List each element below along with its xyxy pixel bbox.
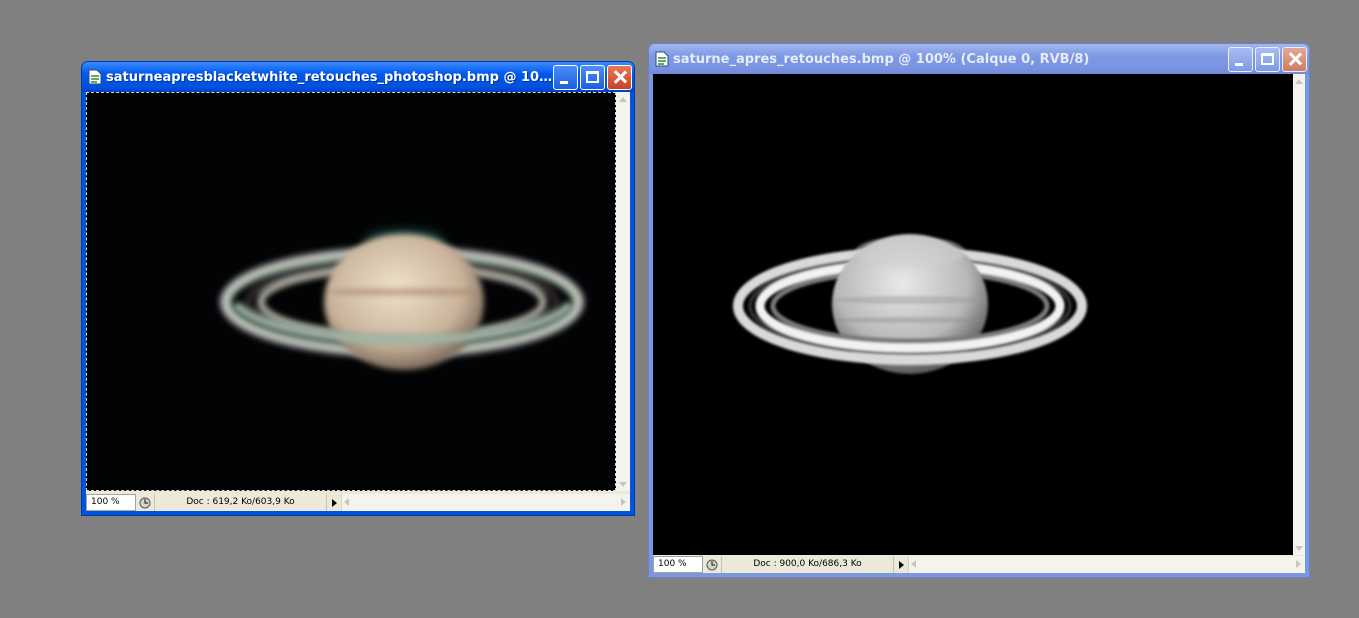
play-arrow-icon [898, 560, 904, 569]
maximize-button[interactable] [1255, 46, 1280, 72]
close-icon [613, 70, 627, 84]
down-arrow-icon [1295, 545, 1303, 551]
play-arrow-icon [331, 498, 337, 507]
title-bar[interactable]: saturneapresblacketwhite_retouches_photo… [82, 62, 634, 92]
doc-size-info: Doc : 619,2 Ko/603,9 Ko [154, 494, 326, 511]
saturn-color-image [86, 92, 616, 491]
up-arrow-icon [619, 96, 627, 102]
horizontal-scrollbar[interactable] [341, 494, 630, 511]
document-window-left[interactable]: saturneapresblacketwhite_retouches_photo… [81, 61, 635, 516]
minimize-icon [559, 80, 568, 84]
title-bar[interactable]: saturne_apres_retouches.bmp @ 100% (Calq… [649, 44, 1309, 74]
left-arrow-icon[interactable] [344, 498, 349, 506]
up-arrow-icon [1295, 78, 1303, 84]
close-button[interactable] [607, 64, 632, 90]
window-title: saturne_apres_retouches.bmp @ 100% (Calq… [673, 51, 1090, 67]
close-button[interactable] [1282, 46, 1307, 72]
close-icon [1288, 52, 1302, 66]
scroll-down-button[interactable] [616, 477, 630, 491]
zoom-field[interactable]: 100 % [86, 494, 136, 511]
minimize-button[interactable] [1228, 46, 1253, 72]
status-menu-icon[interactable] [703, 556, 721, 573]
status-bar: 100 % Doc : 900,0 Ko/686,3 Ko [653, 556, 1305, 573]
right-arrow-icon[interactable] [621, 498, 626, 506]
image-canvas[interactable] [653, 74, 1293, 555]
image-canvas[interactable] [86, 92, 616, 491]
zoom-field[interactable]: 100 % [653, 556, 703, 573]
status-bar: 100 % Doc : 619,2 Ko/603,9 Ko [86, 494, 630, 511]
scroll-down-button[interactable] [1293, 541, 1305, 555]
window-title: saturneapresblacketwhite_retouches_photo… [106, 69, 553, 85]
vertical-scrollbar[interactable] [1293, 74, 1305, 555]
maximize-icon [1261, 53, 1274, 65]
scroll-up-button[interactable] [1293, 74, 1305, 88]
maximize-icon [586, 71, 599, 83]
status-menu-icon[interactable] [136, 494, 154, 511]
minimize-icon [1234, 62, 1243, 66]
document-icon [655, 51, 669, 67]
right-arrow-icon[interactable] [1296, 560, 1301, 568]
doc-size-info: Doc : 900,0 Ko/686,3 Ko [721, 556, 893, 573]
document-client: 100 % Doc : 900,0 Ko/686,3 Ko [653, 74, 1305, 573]
status-menu-arrow-button[interactable] [326, 494, 341, 511]
scroll-up-button[interactable] [616, 92, 630, 106]
minimize-button[interactable] [553, 64, 578, 90]
vertical-scrollbar[interactable] [616, 92, 630, 491]
left-arrow-icon[interactable] [911, 560, 916, 568]
down-arrow-icon [619, 481, 627, 487]
horizontal-scrollbar[interactable] [908, 556, 1305, 573]
document-client: 100 % Doc : 619,2 Ko/603,9 Ko [86, 92, 630, 511]
saturn-grayscale-image [653, 74, 1293, 555]
document-icon [88, 69, 102, 85]
status-menu-arrow-button[interactable] [893, 556, 908, 573]
document-window-right[interactable]: saturne_apres_retouches.bmp @ 100% (Calq… [648, 43, 1310, 578]
maximize-button[interactable] [580, 64, 605, 90]
